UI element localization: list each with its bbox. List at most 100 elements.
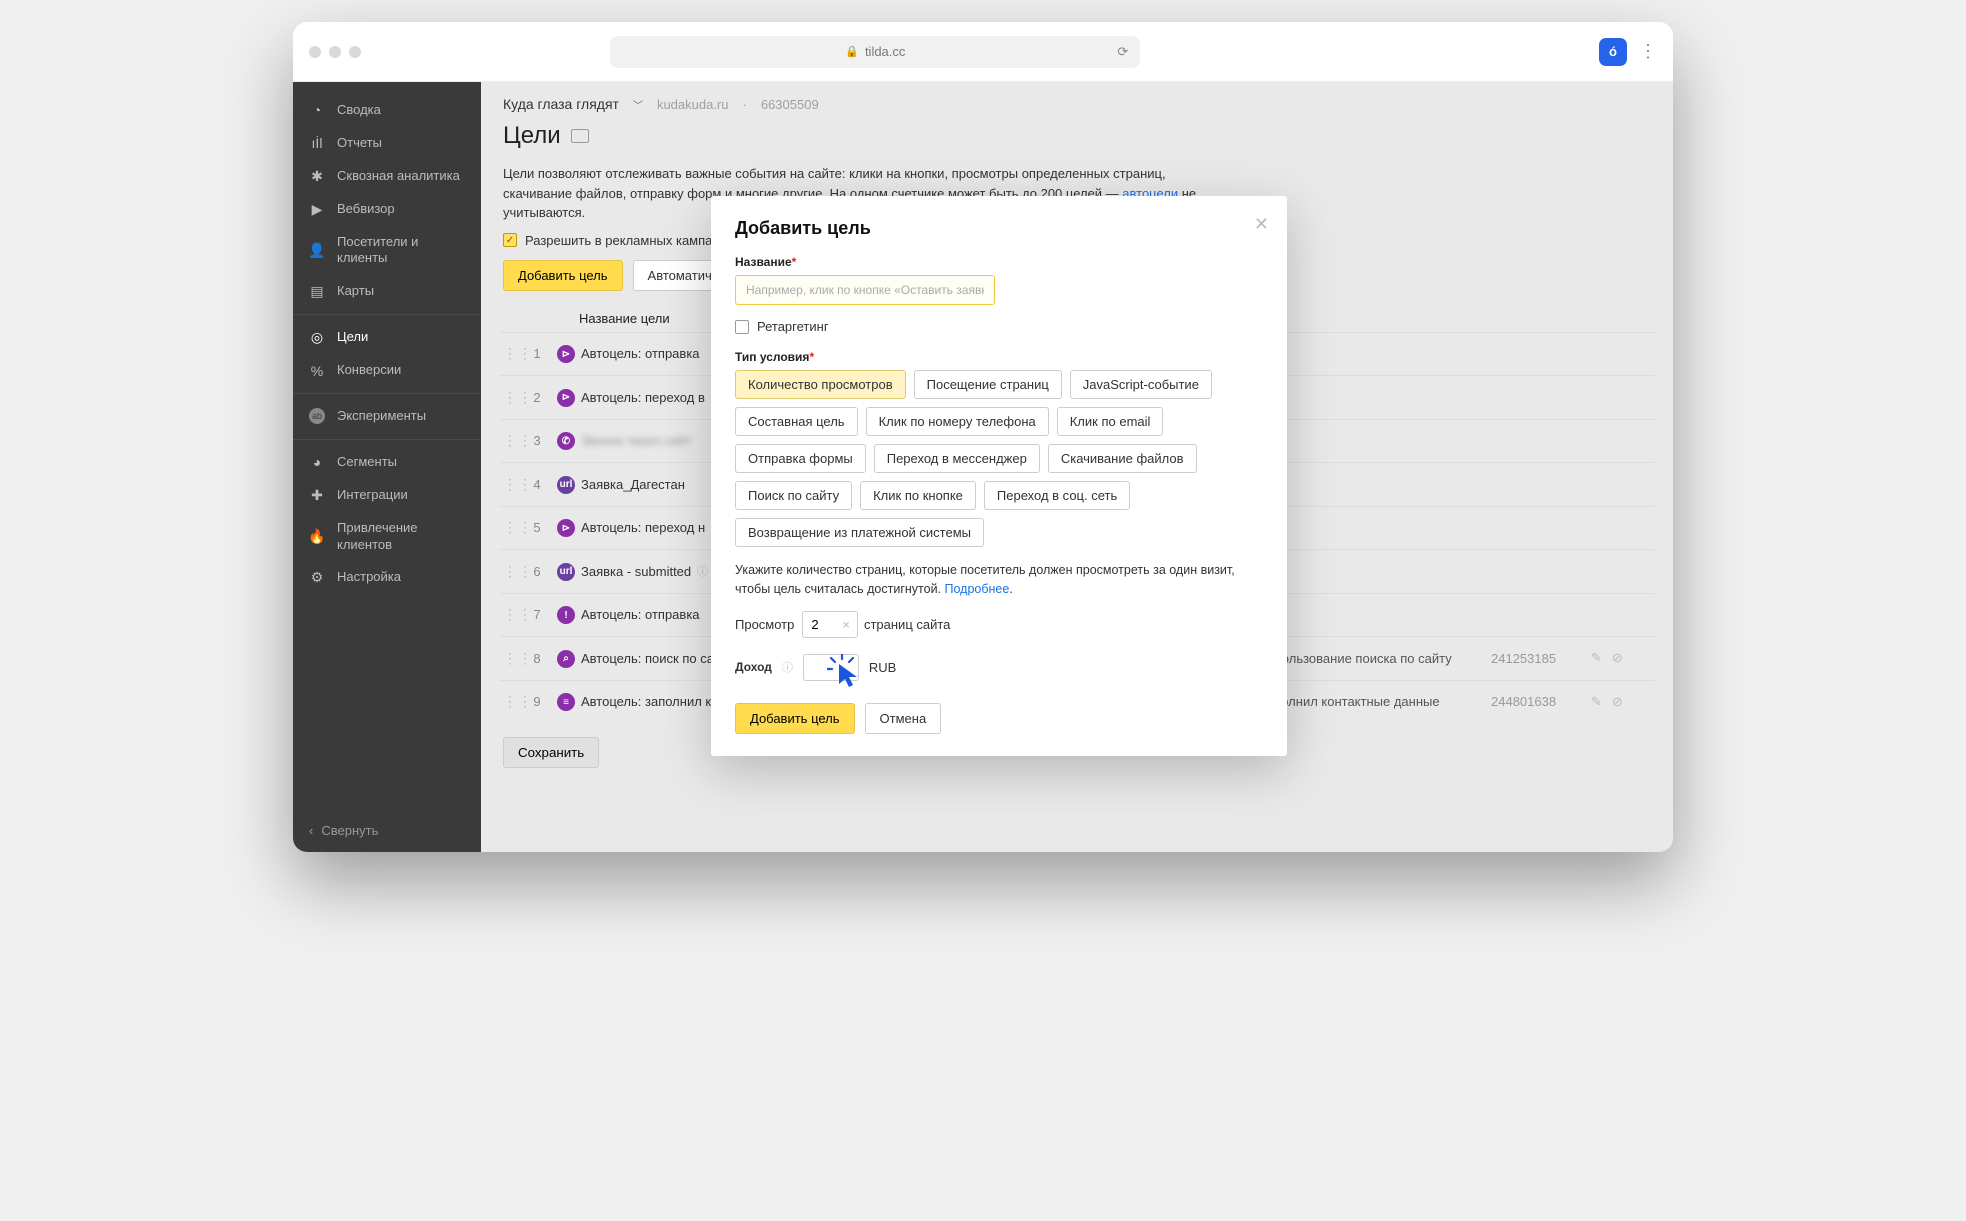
goal-id: 241253185 [1491,651,1591,666]
views-input[interactable] [802,611,858,638]
chevron-down-icon[interactable]: ﹀ [633,97,643,112]
income-input[interactable] [803,654,859,681]
condition-chip[interactable]: Переход в мессенджер [874,444,1040,473]
modal-add-button[interactable]: Добавить цель [735,703,855,734]
condition-chip[interactable]: Клик по номеру телефона [866,407,1049,436]
browser-chrome: 🔒 tilda.cc ⟳ ó ⋮ [293,22,1673,82]
book-icon[interactable] [571,129,589,143]
condition-chip[interactable]: Возвращение из платежной системы [735,518,984,547]
target-icon: ◎ [309,330,325,346]
row-index: 3 [517,433,557,448]
nav-visitors[interactable]: 👤Посетители и клиенты [293,226,481,276]
nav-webvisor[interactable]: ▶Вебвизор [293,193,481,226]
url-text: tilda.cc [865,44,905,59]
drag-icon[interactable]: ⋮⋮ [503,606,517,623]
close-icon[interactable]: ✕ [1254,214,1269,235]
pie-icon: ◕ [309,454,325,470]
condition-chip[interactable]: Клик по кнопке [860,481,976,510]
condition-chip[interactable]: Поиск по сайту [735,481,852,510]
name-label: Название* [735,255,1263,269]
goal-type-icon: ✆ [557,432,575,450]
gear-icon: ⚙ [309,570,325,586]
goal-desc: заполнил контактные данные [1261,694,1491,709]
drag-icon[interactable]: ⋮⋮ [503,650,517,667]
row-index: 2 [517,390,557,405]
income-row: Доход ⓘ RUB [735,654,1263,681]
condition-chip[interactable]: Переход в соц. сеть [984,481,1130,510]
drag-icon[interactable]: ⋮⋮ [503,693,517,710]
drag-icon[interactable]: ⋮⋮ [503,345,517,362]
condition-chip[interactable]: Отправка формы [735,444,866,473]
goal-name-input[interactable] [735,275,995,305]
condition-chip[interactable]: Скачивание файлов [1048,444,1197,473]
percent-icon: % [309,363,325,379]
type-label: Тип условия* [735,350,1263,364]
nav-reports[interactable]: ıİlОтчеты [293,127,481,160]
edit-icon[interactable]: ✎ [1591,694,1602,710]
page-title: Цели [503,122,561,150]
nav-segments[interactable]: ◕Сегменты [293,446,481,479]
condition-chip[interactable]: Составная цель [735,407,858,436]
row-index: 7 [517,607,557,622]
extension-icon[interactable]: ó [1599,38,1627,66]
nav-summary[interactable]: ◔Сводка [293,94,481,127]
condition-chip[interactable]: Посещение страниц [914,370,1062,399]
row-index: 4 [517,477,557,492]
delete-icon[interactable]: ⊘ [1612,694,1623,710]
play-icon: ▶ [309,201,325,217]
drag-icon[interactable]: ⋮⋮ [503,563,517,580]
condition-chips: Количество просмотров Посещение страниц Ja… [735,370,1263,547]
add-goal-button[interactable]: Добавить цель [503,260,623,291]
lock-icon: 🔒 [845,45,859,58]
user-icon: 👤 [309,242,325,258]
drag-icon[interactable]: ⋮⋮ [503,519,517,536]
modal-title: Добавить цель [735,218,1263,239]
nav-acquisition[interactable]: 🔥Привлечение клиентов [293,512,481,562]
goal-type-icon: ≡ [557,693,575,711]
project-name[interactable]: Куда глаза глядят [503,96,619,112]
browser-menu-icon[interactable]: ⋮ [1639,41,1657,62]
info-icon[interactable]: ⓘ [697,563,708,579]
checkbox-checked-icon[interactable]: ✓ [503,233,517,247]
sidebar-collapse[interactable]: ‹Свернуть [293,809,481,852]
breadcrumb: Куда глаза глядят ﹀ kudakuda.ru · 663055… [481,82,1673,118]
url-bar[interactable]: 🔒 tilda.cc ⟳ [610,36,1140,68]
condition-chip[interactable]: Количество просмотров [735,370,906,399]
nav-goals[interactable]: ◎Цели [293,321,481,354]
nav-experiments[interactable]: abЭксперименты [293,400,481,433]
window-controls[interactable] [309,46,361,58]
clear-icon[interactable]: × [842,617,850,632]
goal-type-icon: url [557,476,575,494]
goal-type-icon: ⊳ [557,519,575,537]
drag-icon[interactable]: ⋮⋮ [503,389,517,406]
goal-id: 244801638 [1491,694,1591,709]
project-domain: kudakuda.ru [657,97,729,112]
save-button[interactable]: Сохранить [503,737,599,768]
nav-integrations[interactable]: ✚Интеграции [293,479,481,512]
goal-type-icon: ⌕ [557,650,575,668]
nav-maps[interactable]: ▤Карты [293,275,481,308]
funnel-icon: ✱ [309,168,325,184]
edit-icon[interactable]: ✎ [1591,650,1602,666]
bars-icon: ıİl [309,135,325,151]
help-link[interactable]: Подробнее [945,582,1010,596]
checkbox-icon[interactable] [735,320,749,334]
goal-type-icon: url [557,563,575,581]
condition-chip[interactable]: JavaScript-событие [1070,370,1212,399]
retarget-checkbox-row[interactable]: Ретаргетинг [735,319,1263,334]
modal-cancel-button[interactable]: Отмена [865,703,942,734]
nav-conversions[interactable]: %Конверсии [293,354,481,387]
nav-settings[interactable]: ⚙Настройка [293,561,481,594]
drag-icon[interactable]: ⋮⋮ [503,476,517,493]
refresh-icon[interactable]: ⟳ [1117,44,1128,60]
app-window: 🔒 tilda.cc ⟳ ó ⋮ ◔Сводка ıİlОтчеты ✱Скво… [293,22,1673,852]
sidebar: ◔Сводка ıİlОтчеты ✱Сквозная аналитика ▶В… [293,82,481,852]
delete-icon[interactable]: ⊘ [1612,650,1623,666]
goal-type-icon: ⊳ [557,389,575,407]
chevron-left-icon: ‹ [309,823,313,838]
info-icon[interactable]: ⓘ [782,659,793,675]
nav-analytics[interactable]: ✱Сквозная аналитика [293,160,481,193]
row-index: 9 [517,694,557,709]
drag-icon[interactable]: ⋮⋮ [503,432,517,449]
condition-chip[interactable]: Клик по email [1057,407,1164,436]
